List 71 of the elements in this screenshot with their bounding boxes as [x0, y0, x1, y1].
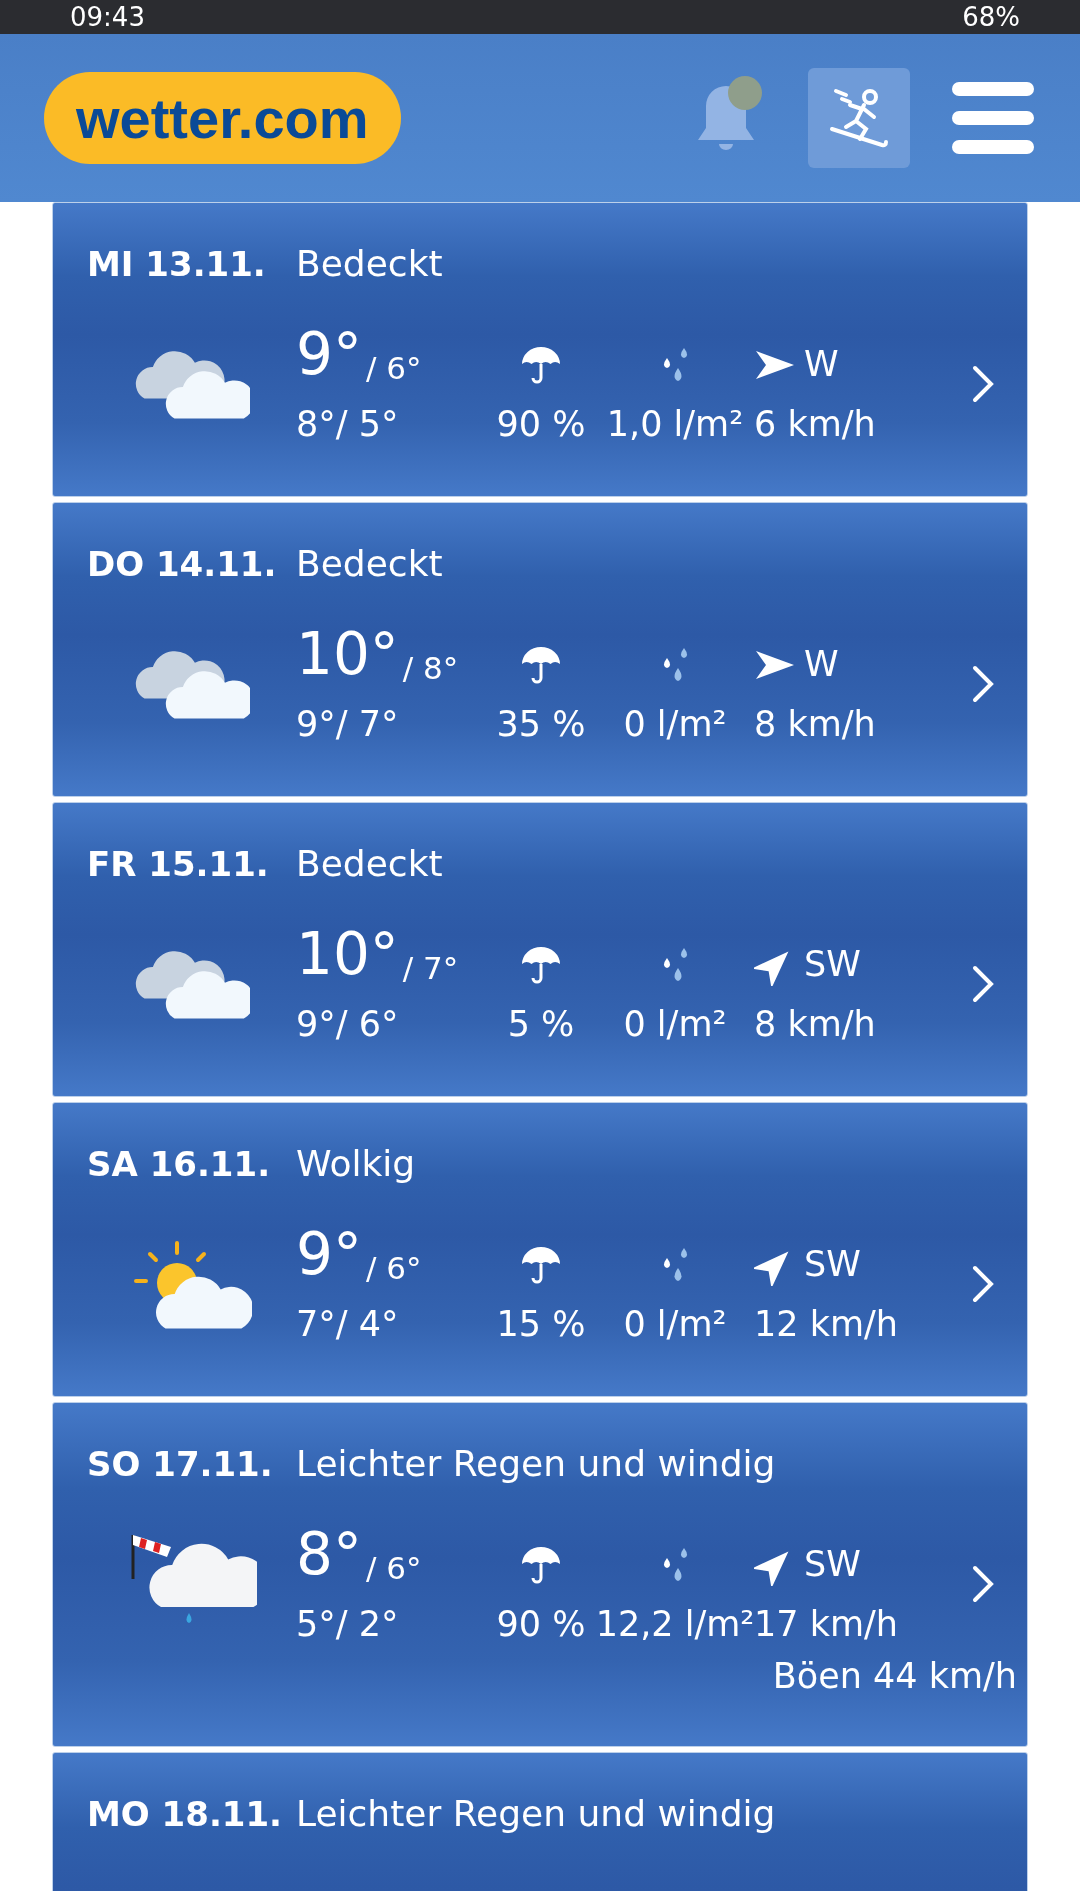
forecast-date: MO 18.11.	[87, 1794, 284, 1834]
status-time: 09:43	[70, 2, 145, 32]
night-temperature: / 6°	[365, 1250, 422, 1286]
wind-speed: 17 km/h	[754, 1603, 898, 1646]
weather-description: Bedeckt	[296, 543, 443, 584]
wind-direction: W	[804, 343, 839, 386]
night-temperature: / 6°	[365, 350, 422, 386]
chevron-right-icon	[971, 1264, 995, 1304]
umbrella-icon	[520, 344, 562, 386]
high-temperature: 10°	[296, 922, 399, 986]
low-temperatures: 8°/ 5°	[296, 403, 399, 446]
precipitation-chance: 5 %	[507, 1003, 575, 1046]
forecast-card[interactable]: MI 13.11. Bedeckt 9°/ 6° 8°/ 5° 90 % 1,0 l/m² W 6 km/h	[52, 202, 1028, 497]
precipitation-amount: 0 l/m²	[623, 1303, 727, 1346]
weather-description: Bedeckt	[296, 843, 443, 884]
precipitation-amount: 1,0 l/m²	[606, 403, 744, 446]
low-temperatures: 7°/ 4°	[296, 1303, 399, 1346]
chevron-right-icon	[971, 1564, 995, 1604]
wind-speed: 6 km/h	[754, 403, 876, 446]
wind-direction: SW	[804, 943, 861, 986]
chevron-right-icon	[971, 664, 995, 704]
weather-description: Leichter Regen und windig	[296, 1793, 776, 1834]
ski-button[interactable]	[808, 68, 910, 168]
low-temperatures: 9°/ 6°	[296, 1003, 399, 1046]
wind-direction: SW	[804, 1543, 861, 1586]
wind-speed: 12 km/h	[754, 1303, 898, 1346]
wind-direction: SW	[804, 1243, 861, 1286]
precipitation-chance: 15 %	[496, 1303, 586, 1346]
low-temperatures: 5°/ 2°	[296, 1603, 399, 1646]
sun-cloud-icon	[131, 1239, 252, 1329]
weather-description: Bedeckt	[296, 243, 443, 284]
site-logo[interactable]: wetter.com	[44, 72, 401, 164]
chevron-right-icon	[971, 364, 995, 404]
forecast-date: MI 13.11.	[87, 244, 267, 284]
forecast-card[interactable]: DO 14.11. Bedeckt 10°/ 8° 9°/ 7° 35 % 0 l/m² W 8 km/h	[52, 502, 1028, 797]
umbrella-icon	[520, 1244, 562, 1286]
forecast-date: FR 15.11.	[87, 844, 270, 884]
umbrella-icon	[520, 644, 562, 686]
weather-description: Wolkig	[296, 1143, 416, 1184]
forecast-date: SA 16.11.	[87, 1144, 272, 1184]
skier-icon	[828, 87, 890, 149]
forecast-date: DO 14.11.	[87, 544, 278, 584]
high-temperature: 9°	[296, 1222, 362, 1286]
forecast-card[interactable]: FR 15.11. Bedeckt 10°/ 7° 9°/ 6° 5 % 0 l/m² SW 8 km/h	[52, 802, 1028, 1097]
low-temperatures: 9°/ 7°	[296, 703, 399, 746]
precipitation-chance: 35 %	[496, 703, 586, 746]
weather-description: Leichter Regen und windig	[296, 1443, 776, 1484]
wind-direction: W	[804, 643, 839, 686]
night-temperature: / 6°	[365, 1550, 422, 1586]
forecast-card[interactable]: SA 16.11. Wolkig 9°/ 6° 7°/ 4° 15 % 0 l/m² SW 12 km/h	[52, 1102, 1028, 1397]
battery-level: 68%	[962, 2, 1020, 32]
forecast-card[interactable]: SO 17.11. Leichter Regen und windig 8°/ 6° 5°/ 2° 90 % 12,2 l/m² SW 17 km/h Böen 44 km/h	[52, 1402, 1028, 1747]
precipitation-amount: 0 l/m²	[623, 1003, 727, 1046]
umbrella-icon	[520, 944, 562, 986]
wind-speed: 8 km/h	[754, 1003, 876, 1046]
forecast-date: SO 17.11.	[87, 1444, 274, 1484]
high-temperature: 10°	[296, 622, 399, 686]
forecast-card[interactable]: MO 18.11. Leichter Regen und windig	[52, 1752, 1028, 1891]
wind-gusts: Böen 44 km/h	[772, 1656, 1017, 1696]
night-temperature: / 8°	[402, 650, 459, 686]
chevron-right-icon	[971, 964, 995, 1004]
high-temperature: 8°	[296, 1522, 362, 1586]
umbrella-icon	[520, 1544, 562, 1586]
high-temperature: 9°	[296, 322, 362, 386]
precipitation-amount: 0 l/m²	[623, 703, 727, 746]
menu-icon	[951, 81, 1035, 155]
precipitation-chance: 90 %	[496, 403, 586, 446]
precipitation-chance: 90 %	[496, 1603, 586, 1646]
night-temperature: / 7°	[402, 950, 459, 986]
wind-speed: 8 km/h	[754, 703, 876, 746]
precipitation-amount: 12,2 l/m²	[595, 1603, 755, 1646]
